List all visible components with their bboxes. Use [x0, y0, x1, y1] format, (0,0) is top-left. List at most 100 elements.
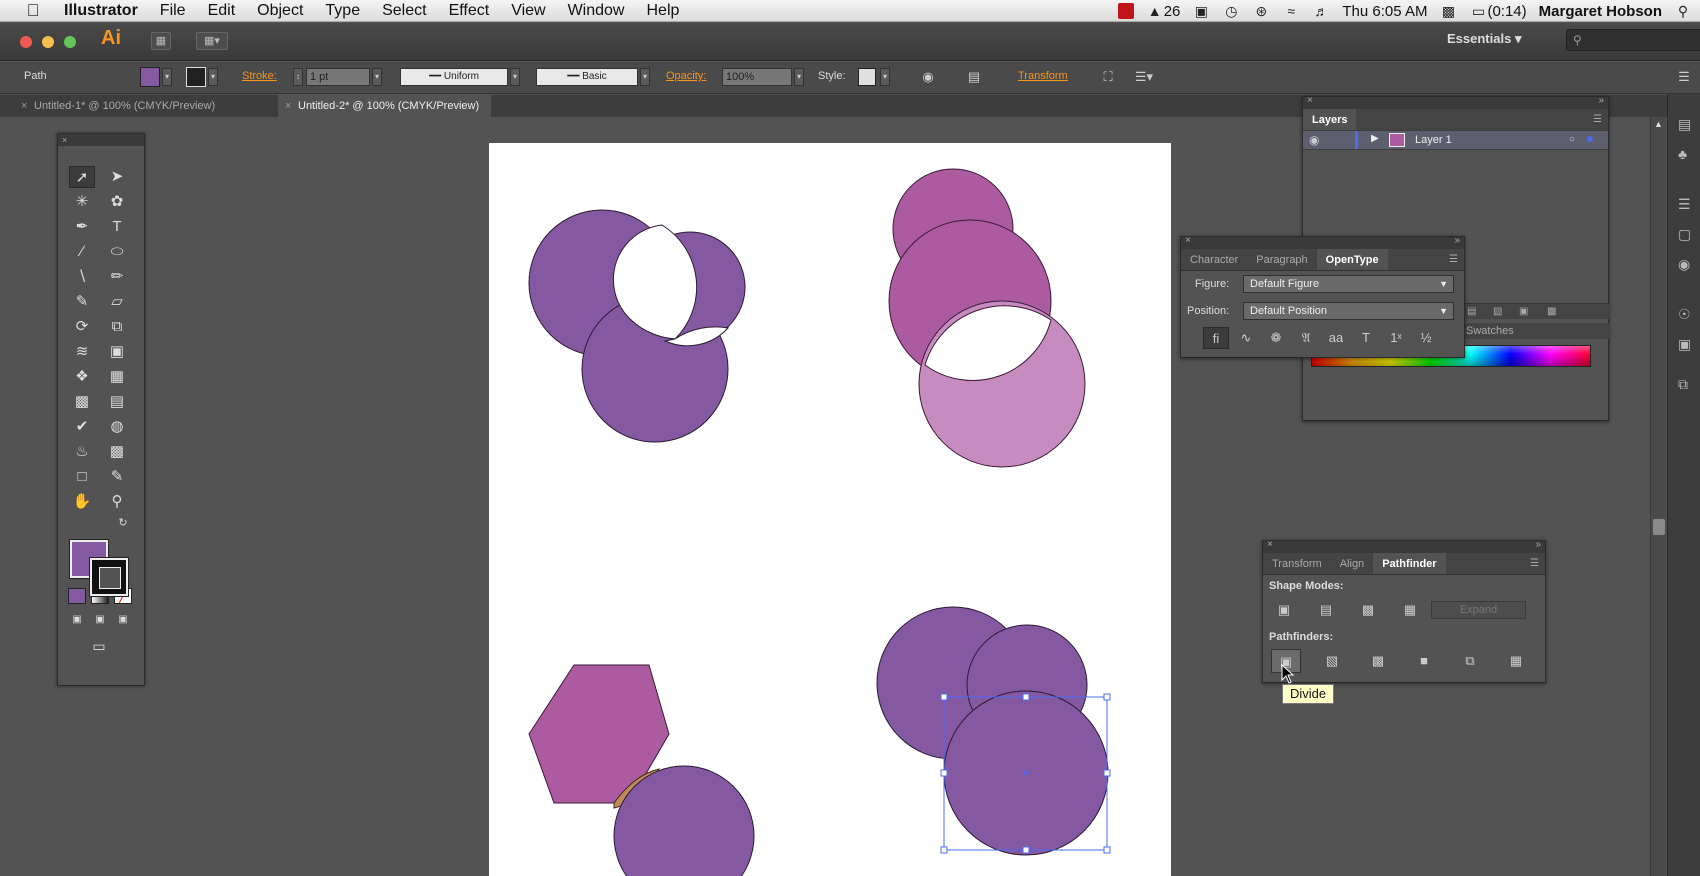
- scroll-thumb[interactable]: [1653, 519, 1665, 535]
- figure-dropdown[interactable]: Default Figure ▼: [1243, 275, 1454, 293]
- window-close-button[interactable]: [20, 36, 32, 48]
- target-icon[interactable]: ○: [1569, 134, 1575, 145]
- layer-name[interactable]: Layer 1: [1415, 134, 1452, 146]
- draw-inside-icon[interactable]: ▣: [114, 612, 132, 628]
- hexagon-circle-group[interactable]: [528, 664, 755, 876]
- bridge-button[interactable]: ▦: [151, 32, 171, 50]
- volume-icon[interactable]: ♬: [1312, 4, 1330, 18]
- free-transform-tool-icon[interactable]: ▣: [104, 341, 130, 363]
- stroke-color-dropdown[interactable]: ▾: [208, 68, 218, 86]
- draw-behind-icon[interactable]: ▣: [91, 612, 109, 628]
- selection-handle[interactable]: [1103, 769, 1111, 777]
- swash-icon[interactable]: 𝔄: [1293, 327, 1319, 349]
- adobe-status[interactable]: ▲ 26: [1146, 3, 1181, 20]
- panel-menu-icon[interactable]: ☰: [1443, 249, 1464, 270]
- symbols-panel-icon[interactable]: ♣: [1678, 146, 1694, 162]
- scale-tool-icon[interactable]: ⧉: [104, 316, 130, 338]
- stylistic-alternates-icon[interactable]: a​a: [1323, 327, 1349, 349]
- status-red-icon[interactable]: [1117, 3, 1134, 19]
- window-zoom-button[interactable]: [64, 36, 76, 48]
- transparency-panel-icon[interactable]: ◉: [1678, 256, 1694, 272]
- opacity-link[interactable]: Opacity:: [666, 70, 706, 82]
- perspective-grid-tool-icon[interactable]: ▦: [104, 366, 130, 388]
- menubar-user[interactable]: Margaret Hobson: [1539, 3, 1662, 20]
- stroke-color-swatch[interactable]: [186, 67, 206, 87]
- close-tab-icon[interactable]: ×: [21, 95, 27, 117]
- transform-link[interactable]: Transform: [1018, 70, 1068, 82]
- panel-header[interactable]: ×»: [1303, 95, 1608, 109]
- graphic-style-dropdown[interactable]: ▾: [880, 68, 890, 86]
- width-tool-icon[interactable]: ≋: [69, 341, 95, 363]
- menu-file[interactable]: File: [149, 0, 197, 22]
- selection-indicator-icon[interactable]: ■: [1587, 134, 1593, 145]
- bluetooth-icon[interactable]: ⊛: [1252, 4, 1270, 18]
- three-circle-group-top-right[interactable]: [888, 168, 1086, 468]
- type-tool-icon[interactable]: T: [104, 216, 130, 238]
- appearance-panel-icon[interactable]: ☉: [1678, 306, 1694, 322]
- scroll-up-icon[interactable]: ▲: [1654, 119, 1663, 129]
- input-source-icon[interactable]: ▩: [1439, 4, 1457, 18]
- make-clipping-mask-icon[interactable]: ▤: [1467, 304, 1476, 320]
- stroke-weight-input[interactable]: 1 pt: [306, 68, 370, 86]
- color-panel-icon[interactable]: ▤: [1678, 116, 1694, 132]
- variable-width-profile[interactable]: ━━ Uniform: [400, 68, 508, 86]
- window-minimize-button[interactable]: [42, 36, 54, 48]
- selection-handle[interactable]: [940, 693, 948, 701]
- fill-color-swatch[interactable]: [140, 67, 160, 87]
- crop-icon[interactable]: ■: [1409, 649, 1439, 673]
- control-bar-options-icon[interactable]: ☰: [1674, 68, 1694, 86]
- display-icon[interactable]: ▣: [1192, 4, 1210, 18]
- profile-dropdown[interactable]: ▾: [510, 68, 520, 86]
- delete-layer-icon[interactable]: ▩: [1547, 304, 1556, 320]
- intersect-icon[interactable]: ▩: [1353, 598, 1383, 622]
- line-tool-icon[interactable]: ∕: [69, 241, 95, 263]
- tab-pathfinder[interactable]: Pathfinder: [1373, 553, 1446, 574]
- opacity-dropdown[interactable]: ▾: [794, 68, 804, 86]
- arrange-documents-button[interactable]: ▦▾: [196, 32, 228, 50]
- eyedropper-tool-icon[interactable]: ✔: [69, 416, 95, 438]
- battery-status[interactable]: ▭ (0:14): [1469, 3, 1527, 20]
- close-icon[interactable]: ×: [1267, 539, 1273, 550]
- minus-front-icon[interactable]: ▤: [1311, 598, 1341, 622]
- standard-ligatures-icon[interactable]: fi: [1203, 327, 1229, 349]
- contextual-alternates-icon[interactable]: ∿: [1233, 327, 1259, 349]
- selection-handle[interactable]: [1103, 846, 1111, 854]
- menu-view[interactable]: View: [500, 0, 556, 22]
- shape-builder-tool-icon[interactable]: ❖: [69, 366, 95, 388]
- screen-mode-icon[interactable]: ▭: [86, 637, 112, 655]
- selection-handle[interactable]: [940, 769, 948, 777]
- ordinals-icon[interactable]: 1ˣ: [1383, 327, 1409, 349]
- menu-edit[interactable]: Edit: [197, 0, 247, 22]
- selection-handle[interactable]: [1022, 693, 1030, 701]
- tab-opentype[interactable]: OpenType: [1316, 249, 1388, 270]
- tools-panel-header[interactable]: ×: [58, 134, 144, 146]
- pen-tool-icon[interactable]: ✒: [69, 216, 95, 238]
- menu-app-illustrator[interactable]: Illustrator: [58, 0, 149, 22]
- selection-tool-icon[interactable]: ➚: [69, 166, 95, 188]
- artboards-panel-icon[interactable]: ⧉: [1678, 376, 1694, 392]
- artwork-canvas[interactable]: [489, 143, 1171, 876]
- time-machine-icon[interactable]: ◷: [1222, 4, 1240, 18]
- menu-object[interactable]: Object: [246, 0, 314, 22]
- pencil-tool-icon[interactable]: ✏: [104, 266, 130, 288]
- tab-align[interactable]: Align: [1331, 553, 1373, 574]
- recolor-artwork-icon[interactable]: ◉: [918, 68, 938, 86]
- exclude-icon[interactable]: ▦: [1395, 598, 1425, 622]
- close-icon[interactable]: ×: [1185, 235, 1191, 246]
- menu-effect[interactable]: Effect: [438, 0, 501, 22]
- rotate-tool-icon[interactable]: ⟳: [69, 316, 95, 338]
- selection-handle[interactable]: [1022, 846, 1030, 854]
- three-circle-group-top-left[interactable]: [528, 209, 746, 443]
- new-layer-icon[interactable]: ▣: [1519, 304, 1528, 320]
- panel-header[interactable]: ×»: [1263, 539, 1545, 553]
- swap-fill-stroke-icon[interactable]: ↻: [116, 516, 130, 530]
- ellipse-tool-icon[interactable]: ⬭: [104, 241, 130, 263]
- spotlight-search-icon[interactable]: ⚲: [1674, 4, 1692, 18]
- collapse-icon[interactable]: »: [1535, 539, 1541, 550]
- stroke-panel-icon[interactable]: ☰: [1678, 196, 1694, 212]
- draw-normal-icon[interactable]: ▣: [68, 612, 86, 628]
- unite-icon[interactable]: ▣: [1269, 598, 1299, 622]
- panel-menu-icon[interactable]: ☰: [1587, 109, 1608, 130]
- control-panel-menu-icon[interactable]: ☰▾: [1134, 68, 1154, 86]
- tab-paragraph[interactable]: Paragraph: [1247, 249, 1316, 270]
